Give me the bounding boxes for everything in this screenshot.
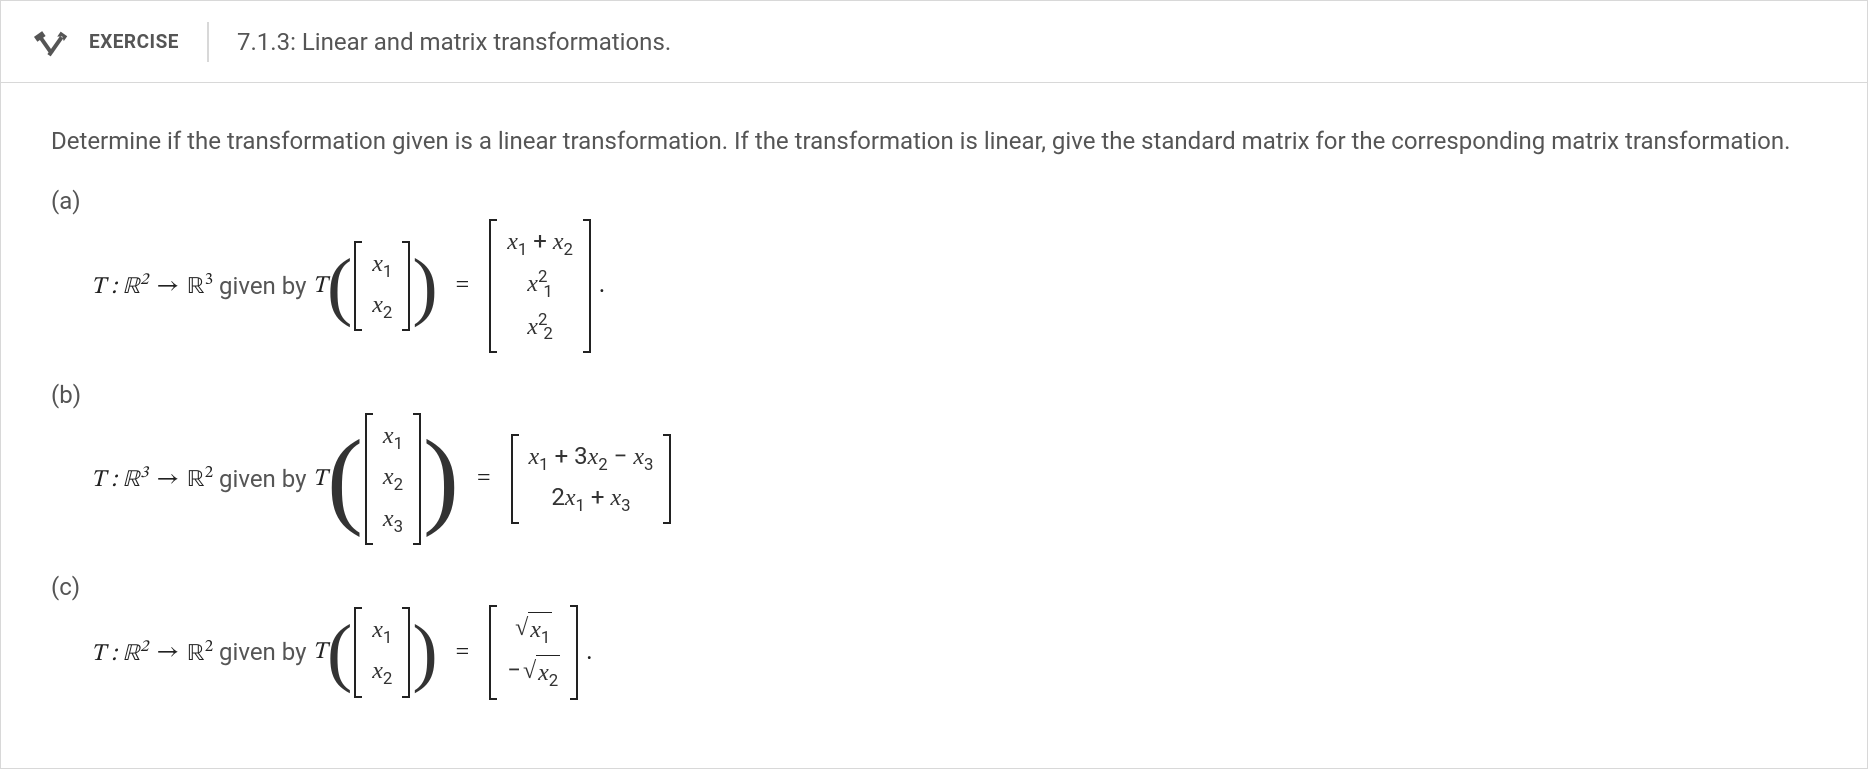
T-symbol: T — [312, 464, 326, 494]
input-paren: ( x1 x2 ) — [327, 607, 438, 698]
arrow: → — [156, 271, 179, 301]
output-matrix: x1 + 3x2 − x3 2x1 + x3 — [511, 434, 672, 525]
problem-c-body: T : ℝ2 → ℝ2 given by T ( x1 x2 ) — [51, 605, 1817, 700]
given-by-text: given by — [219, 465, 306, 493]
right-paren-icon: ) — [412, 248, 437, 324]
equals: = — [456, 639, 470, 666]
exercise-header: EXERCISE 7.1.3: Linear and matrix transf… — [1, 1, 1867, 83]
problem-a: (a) T : ℝ2 → ℝ3 given by T ( x1 x2 — [51, 187, 1817, 353]
input-matrix: x1 x2 x3 — [365, 413, 421, 545]
input-matrix: x1 x2 — [354, 241, 410, 332]
problem-b: (b) T : ℝ3 → ℝ2 given by T ( x1 x2 x3 — [51, 381, 1817, 545]
equals: = — [456, 272, 470, 299]
exercise-title: 7.1.3: Linear and matrix transformations… — [237, 28, 671, 56]
codomain: ℝ2 — [187, 462, 213, 495]
given-by-text: given by — [219, 638, 306, 666]
input-matrix: x1 x2 — [354, 607, 410, 698]
exercise-label: EXERCISE — [89, 22, 209, 62]
period: . — [599, 272, 605, 299]
output-matrix: x1 + x2 x21 x22 — [489, 219, 591, 353]
problem-b-body: T : ℝ3 → ℝ2 given by T ( x1 x2 x3 — [51, 413, 1817, 545]
exercise-container: EXERCISE 7.1.3: Linear and matrix transf… — [0, 0, 1868, 769]
problem-a-body: T : ℝ2 → ℝ3 given by T ( x1 x2 ) — [51, 219, 1817, 353]
right-paren-icon: ) — [423, 425, 459, 533]
map-T: T : ℝ3 — [91, 462, 148, 495]
problem-c-label: (c) — [51, 573, 1817, 601]
exercise-prompt: Determine if the transformation given is… — [51, 123, 1817, 159]
period: . — [586, 639, 592, 666]
T-symbol: T — [312, 271, 326, 301]
left-paren-icon: ( — [327, 614, 352, 690]
left-paren-icon: ( — [327, 425, 363, 533]
right-paren-icon: ) — [412, 614, 437, 690]
problem-b-label: (b) — [51, 381, 1817, 409]
given-by-text: given by — [219, 272, 306, 300]
codomain: ℝ2 — [187, 636, 213, 669]
T-symbol: T — [312, 637, 326, 667]
equals: = — [477, 465, 491, 492]
left-paren-icon: ( — [327, 248, 352, 324]
map-T: T : ℝ2 — [91, 269, 148, 302]
arrow: → — [156, 464, 179, 494]
arrow: → — [156, 637, 179, 667]
problem-a-label: (a) — [51, 187, 1817, 215]
output-matrix: √x1 −√x2 — [489, 605, 578, 700]
input-paren: ( x1 x2 ) — [327, 241, 438, 332]
codomain: ℝ3 — [187, 269, 213, 302]
map-T: T : ℝ2 — [91, 636, 148, 669]
input-paren: ( x1 x2 x3 ) — [327, 413, 459, 545]
exercise-content: Determine if the transformation given is… — [1, 83, 1867, 768]
tools-icon — [31, 22, 71, 62]
problem-c: (c) T : ℝ2 → ℝ2 given by T ( x1 x2 — [51, 573, 1817, 700]
